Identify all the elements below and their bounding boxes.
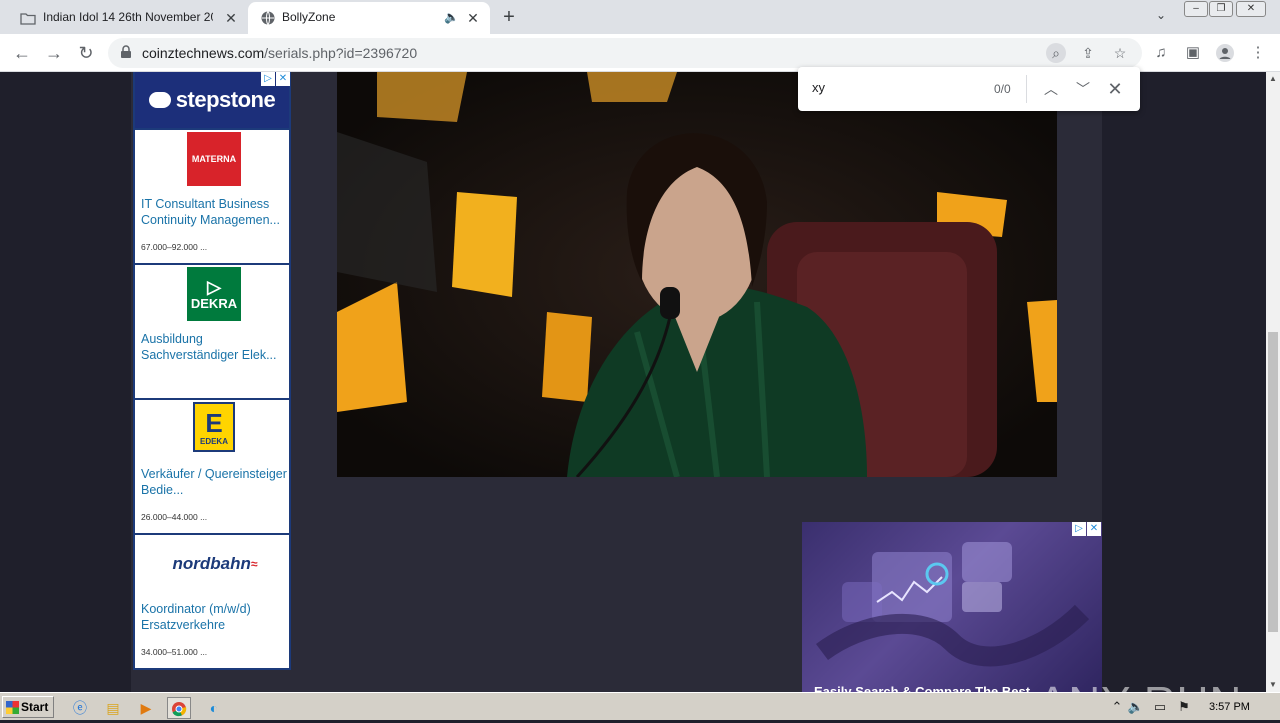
network-icon[interactable]: ▭: [1151, 698, 1169, 716]
job-title[interactable]: Koordinator (m/w/d) Ersatzverkehre: [141, 601, 287, 633]
video-player[interactable]: [337, 72, 1057, 477]
file-explorer-icon[interactable]: ▤: [101, 697, 125, 719]
action-center-flag-icon[interactable]: ⚑: [1175, 698, 1193, 716]
logo-text: DEKRA: [190, 295, 238, 311]
logo-text: MATERNA: [191, 154, 237, 164]
find-next-icon[interactable]: ﹀: [1072, 78, 1094, 100]
ad-card-materna[interactable]: MATERNA IT Consultant Business Continuit…: [135, 128, 289, 263]
ad-card-edeka[interactable]: E EDEKA Verkäufer / Quereinsteiger Bedie…: [135, 398, 289, 533]
watermark-text: ANY RUN: [1038, 678, 1242, 692]
find-input[interactable]: [812, 80, 972, 95]
media-player-icon[interactable]: ▶: [134, 697, 158, 719]
start-label: Start: [21, 700, 49, 714]
find-match-count: 0/0: [994, 82, 1011, 96]
menu-kebab-icon[interactable]: ⋮: [1248, 43, 1268, 63]
ad-info-icon[interactable]: ▷: [261, 72, 275, 86]
tray-expand-icon[interactable]: ⌃: [1108, 698, 1126, 716]
restore-button[interactable]: ❐: [1209, 1, 1233, 17]
salary-range: 26.000–44.000 ...: [141, 512, 208, 522]
left-advertisement[interactable]: stepstone ▷ ✕ MATERNA IT Consultant Busi…: [133, 72, 291, 670]
page-scrollbar[interactable]: ▲ ▼: [1266, 72, 1280, 692]
lock-icon[interactable]: [120, 45, 132, 64]
volume-icon[interactable]: 🔈: [1127, 698, 1145, 716]
ad-close-icon[interactable]: ✕: [276, 72, 290, 86]
url-path: /serials.php?id=2396720: [264, 45, 418, 61]
materna-logo: MATERNA: [187, 132, 241, 186]
find-close-icon[interactable]: ✕: [1104, 78, 1126, 100]
url-host: coinztechnews.com: [142, 45, 265, 61]
side-panel-icon[interactable]: ▣: [1183, 43, 1203, 63]
edge-icon[interactable]: ◐: [202, 697, 226, 719]
chrome-icon[interactable]: [167, 697, 191, 719]
find-previous-icon[interactable]: ︿: [1040, 78, 1062, 100]
tab-close-icon[interactable]: ✕: [222, 9, 240, 27]
job-title[interactable]: Verkäufer / Quereinsteiger Bedie...: [141, 466, 287, 498]
job-title[interactable]: IT Consultant Business Continuity Manage…: [141, 196, 287, 228]
bookmark-star-icon[interactable]: ☆: [1110, 43, 1130, 63]
anyrun-watermark: ANY RUN: [1038, 678, 1242, 692]
find-in-page-icon[interactable]: ⌕: [1046, 43, 1066, 63]
dekra-logo: ▷ DEKRA: [187, 267, 241, 321]
folder-icon: [20, 10, 36, 26]
ad-card-nordbahn[interactable]: nordbahn ≈ Koordinator (m/w/d) Ersatzverk…: [135, 533, 289, 668]
scroll-up-arrow[interactable]: ▲: [1266, 72, 1280, 86]
audio-playing-icon[interactable]: 🔈: [444, 10, 459, 24]
url-text[interactable]: coinztechnews.com/serials.php?id=2396720: [142, 45, 417, 61]
minimize-button[interactable]: –: [1184, 1, 1208, 17]
start-button[interactable]: Start: [2, 696, 54, 718]
edeka-logo: E EDEKA: [193, 402, 235, 452]
internet-explorer-icon[interactable]: ⓔ: [68, 697, 92, 719]
job-title[interactable]: Ausbildung Sachverständiger Elek...: [141, 331, 287, 363]
scroll-down-arrow[interactable]: ▼: [1266, 678, 1280, 692]
stepstone-icon: [148, 92, 171, 108]
forward-button[interactable]: →: [42, 41, 66, 65]
tab-indian-idol[interactable]: Indian Idol 14 26th November 2023 .. ✕: [8, 2, 248, 34]
logo-text: EDEKA: [199, 436, 228, 446]
reload-button[interactable]: ↻: [74, 41, 98, 65]
address-bar[interactable]: coinztechnews.com/serials.php?id=2396720…: [108, 38, 1142, 68]
salary-range: 67.000–92.000 ...: [141, 242, 208, 252]
ad-close-icon[interactable]: ✕: [1087, 522, 1101, 536]
media-control-icon[interactable]: ♫: [1151, 43, 1171, 63]
globe-icon: [260, 10, 276, 26]
ad-headline[interactable]: Easily Search & Compare The Best: [814, 684, 1030, 692]
clock[interactable]: 3:57 PM: [1209, 701, 1250, 713]
stepstone-brand: stepstone: [175, 87, 276, 112]
find-bar: 0/0 ︿ ﹀ ✕: [798, 67, 1140, 111]
windows-logo-icon: [6, 701, 19, 714]
tab-strip: Indian Idol 14 26th November 2023 .. ✕ B…: [0, 0, 1280, 34]
ad-info-icon[interactable]: ▷: [1072, 522, 1086, 536]
close-window-button[interactable]: ✕: [1236, 1, 1266, 17]
profile-avatar-icon[interactable]: [1215, 43, 1235, 63]
new-tab-button[interactable]: +: [498, 6, 520, 28]
bottom-advertisement[interactable]: ▷ ✕ Easily Search & Compare The Best: [802, 522, 1102, 692]
back-button[interactable]: ←: [10, 41, 34, 65]
tab-title: BollyZone: [282, 10, 336, 24]
ad-card-dekra[interactable]: ▷ DEKRA Ausbildung Sachverständiger Elek.…: [135, 263, 289, 398]
scroll-thumb[interactable]: [1268, 332, 1278, 632]
video-frame-image: [337, 72, 1057, 477]
trading-chart-graphic: [816, 542, 1090, 667]
tab-bollyzone[interactable]: BollyZone 🔈 ✕: [248, 2, 490, 34]
nordbahn-logo: nordbahn ≈: [172, 554, 258, 573]
windows-taskbar: Start ⓔ ▤ ▶ ◐ ⌃ 🔈 ▭ ⚑ 3:57 PM: [0, 692, 1280, 720]
share-icon[interactable]: ⇪: [1078, 43, 1098, 63]
logo-text: nordbahn: [172, 554, 251, 573]
tab-title: Indian Idol 14 26th November 2023 ..: [43, 10, 213, 24]
web-page: stepstone ▷ ✕ MATERNA IT Consultant Busi…: [0, 72, 1266, 692]
tab-close-icon[interactable]: ✕: [464, 9, 482, 27]
salary-range: 34.000–51.000 ...: [141, 647, 208, 657]
find-divider: [1026, 75, 1027, 103]
chevron-down-icon[interactable]: ⌄: [1152, 8, 1170, 26]
